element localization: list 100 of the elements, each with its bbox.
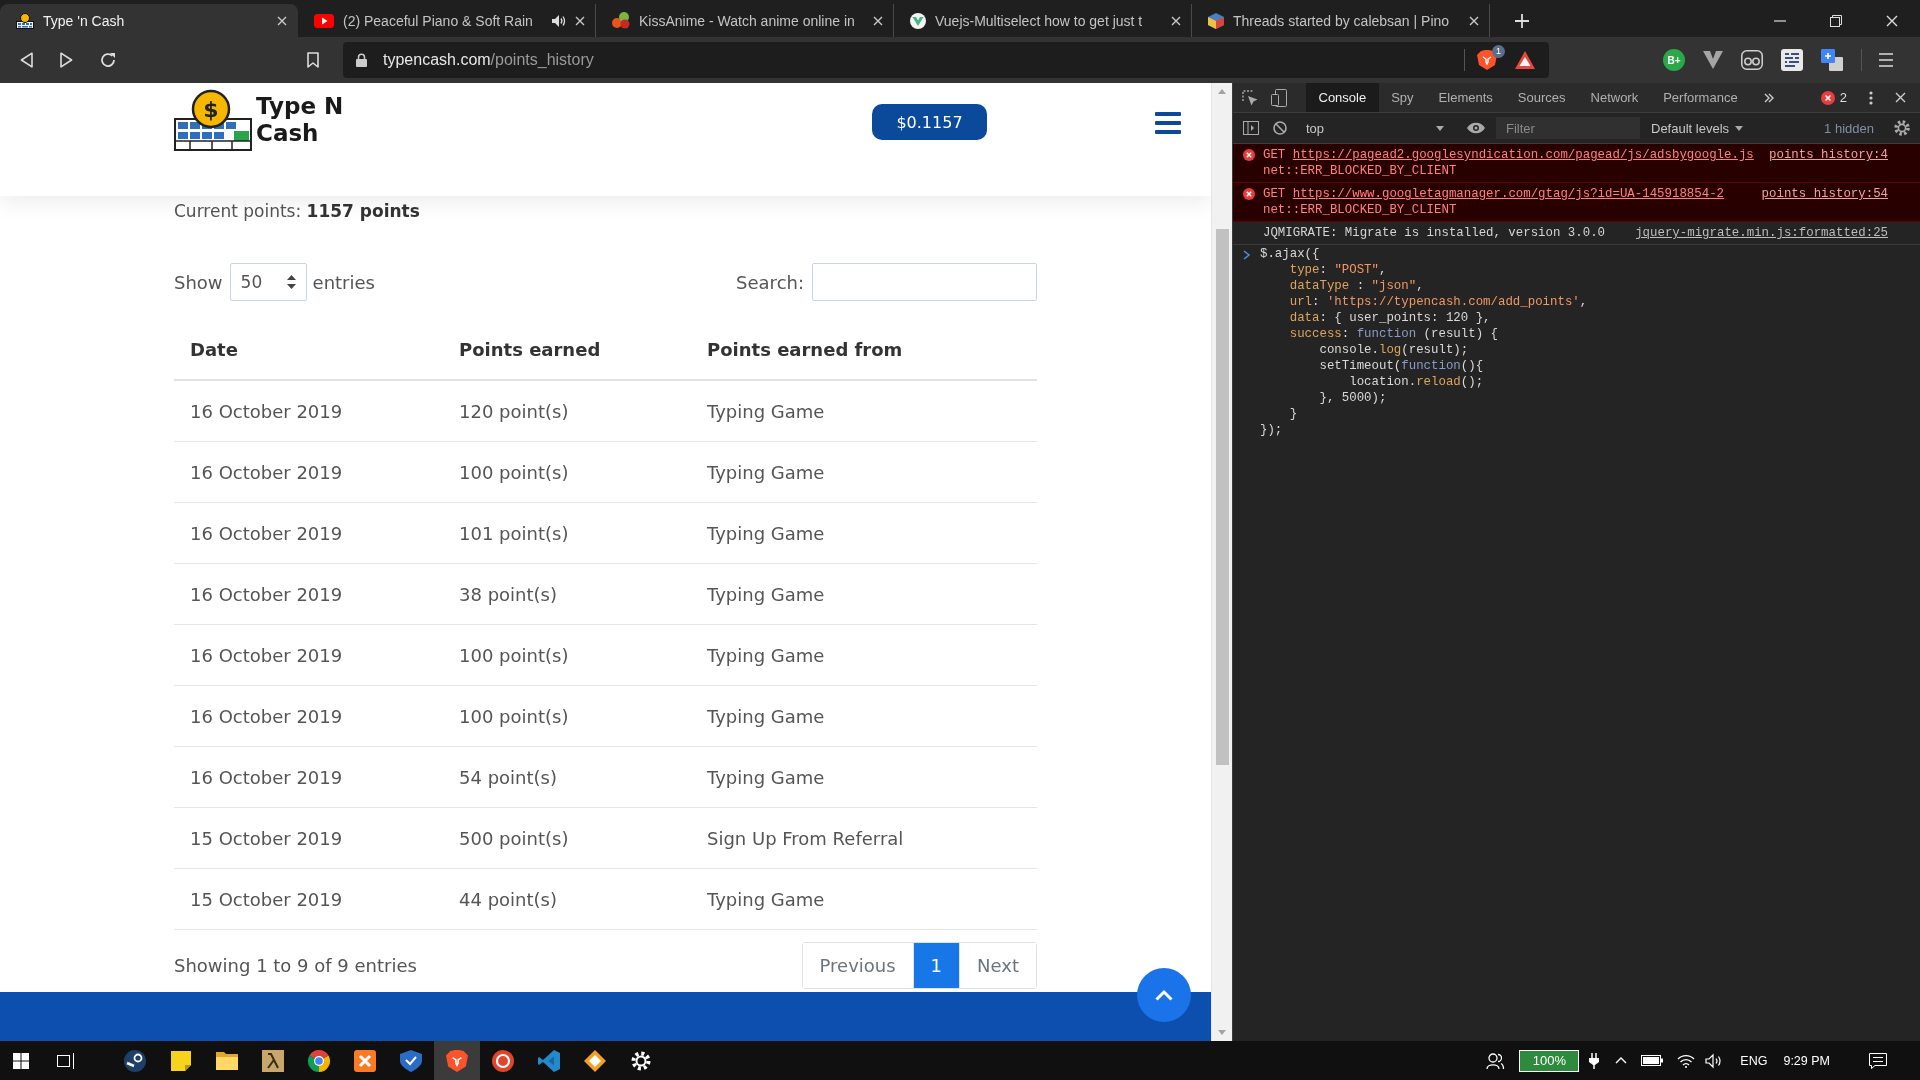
close-icon[interactable] [1469, 15, 1479, 26]
table-cell: 54 point(s) [443, 746, 691, 808]
code-line: dataType : "json", [1288, 278, 1425, 294]
battery-icon[interactable] [1641, 1055, 1664, 1066]
browser-tab[interactable]: Type 'n Cash [0, 4, 298, 37]
table-cell: 16 October 2019 [174, 685, 443, 747]
menu-icon[interactable] [1879, 53, 1893, 67]
balance-button[interactable]: $0.1157 [872, 104, 987, 140]
code-line: setTimeout(function(){ [1318, 358, 1485, 374]
plus-icon[interactable] [1515, 13, 1529, 28]
lambda-icon[interactable] [262, 1049, 284, 1072]
url-link[interactable]: https://www.googletagmanager.com/gtag/js?id=UA-145918854-2 [1292, 187, 1724, 201]
triangle-icon[interactable] [1515, 51, 1535, 69]
length-label: Show [174, 271, 223, 293]
source-link[interactable]: jquery-migrate.min.js:formatted:25 [1635, 225, 1888, 241]
devtools-tab[interactable]: Spy [1378, 83, 1427, 112]
scrollbar-thumb[interactable] [1215, 229, 1229, 765]
shield-icon[interactable] [400, 1049, 422, 1072]
circle-emblem-icon[interactable] [492, 1049, 514, 1072]
pagination-button[interactable]: 1 [912, 942, 960, 988]
error-detail: net::ERR_BLOCKED_BY_CLIENT [1263, 202, 1457, 218]
scroll-top-button[interactable] [1137, 968, 1191, 1022]
glasses-icon[interactable] [1741, 50, 1763, 70]
diamond-icon[interactable] [584, 1049, 606, 1072]
bookmark-icon[interactable] [307, 52, 319, 68]
column-header[interactable]: Points earned from [691, 320, 1037, 380]
close-icon[interactable] [277, 15, 287, 26]
eye-icon[interactable] [1467, 122, 1485, 134]
entries-select[interactable]: 50 [229, 263, 307, 301]
code-line: } [1288, 406, 1299, 422]
circle-lever-icon[interactable] [124, 1049, 146, 1072]
table-cell: 100 point(s) [443, 685, 691, 747]
context-select[interactable]: top [1298, 120, 1448, 136]
hidden-count: 1 hidden [1824, 120, 1874, 136]
close-icon[interactable] [1171, 15, 1181, 26]
devtools-tab[interactable]: Console [1306, 83, 1379, 112]
menu-icon[interactable] [1155, 112, 1181, 134]
pagination-button[interactable]: Next [959, 942, 1036, 988]
sticky-note-icon[interactable] [171, 1050, 191, 1071]
column-header[interactable]: Date [174, 320, 443, 380]
segmented-circle-icon[interactable] [308, 1049, 330, 1072]
start-icon[interactable] [13, 1052, 29, 1069]
language-indicator[interactable]: ENG [1740, 1053, 1768, 1068]
table-cell: 16 October 2019 [174, 502, 443, 564]
lion-icon[interactable] [446, 1049, 468, 1072]
clock[interactable]: 9:29 PM [1783, 1053, 1830, 1068]
chevron-up-icon[interactable] [1615, 1057, 1628, 1064]
levels-dropdown[interactable]: Default levels [1651, 120, 1744, 136]
task-view-icon[interactable] [57, 1052, 75, 1069]
binary-code-icon[interactable] [1781, 49, 1803, 71]
code-line: $.ajax({ [1260, 246, 1321, 262]
devtools-tab[interactable]: Elements [1426, 83, 1506, 112]
scrollbar[interactable] [1211, 83, 1232, 1041]
code-line: }); [1260, 422, 1284, 438]
square-emblem-icon[interactable] [354, 1049, 376, 1072]
close-icon[interactable] [575, 15, 585, 26]
source-link[interactable]: points_history:54 [1761, 186, 1888, 218]
forward-icon[interactable] [60, 52, 73, 68]
inspect-icon[interactable] [1242, 89, 1258, 106]
close-icon[interactable] [1895, 92, 1906, 103]
wifi-icon[interactable] [1677, 1053, 1696, 1068]
table-cell: 16 October 2019 [174, 563, 443, 625]
brand-name[interactable]: Type N Cash [256, 93, 344, 147]
table-cell: 120 point(s) [443, 380, 691, 442]
column-header[interactable]: Points earned [443, 320, 691, 380]
speaker-icon[interactable] [552, 14, 566, 27]
search-field[interactable] [812, 263, 1037, 301]
folder-icon[interactable] [216, 1051, 238, 1070]
devtools-tab[interactable]: Performance [1650, 83, 1751, 112]
source-link[interactable]: points_history:4 [1769, 147, 1888, 179]
double-chevron-icon[interactable] [1764, 92, 1775, 103]
error-count[interactable]: 2 [1839, 90, 1847, 105]
devtools-tab[interactable]: Sources [1505, 83, 1578, 112]
speaker-icon[interactable] [1706, 1053, 1723, 1068]
v-shape-icon[interactable] [1703, 51, 1723, 69]
devtools-tab[interactable]: Network [1578, 83, 1651, 112]
lion-icon[interactable] [1477, 50, 1497, 70]
url-link[interactable]: https://pagead2.googlesyndication.com/pagead/js/adsbygoogle.js [1292, 148, 1754, 162]
more-icon[interactable] [1869, 90, 1873, 105]
settings-icon[interactable] [1894, 120, 1910, 136]
translate-icon[interactable] [1821, 49, 1843, 71]
device-icon[interactable] [1271, 88, 1287, 107]
close-icon[interactable] [873, 15, 883, 26]
back-icon[interactable] [20, 52, 33, 68]
ribbon-icon[interactable] [538, 1049, 560, 1072]
minimize-icon[interactable] [1774, 19, 1786, 22]
battery-percentage[interactable]: 100% [1519, 1049, 1580, 1072]
error-icon [1820, 90, 1835, 105]
notification-icon[interactable] [1869, 1052, 1887, 1069]
clear-icon[interactable] [1273, 121, 1287, 135]
sidebar-icon[interactable] [1243, 121, 1259, 135]
plug-icon[interactable] [1589, 1052, 1600, 1069]
reload-icon[interactable] [100, 52, 116, 68]
address-bar[interactable]: typencash.com/points_history 1 [343, 42, 1549, 78]
restore-icon[interactable] [1830, 14, 1842, 27]
close-icon[interactable] [1886, 14, 1898, 27]
length-label: entries [312, 271, 375, 293]
filter-field[interactable]: Filter [1496, 117, 1640, 139]
people-icon[interactable] [1486, 1052, 1505, 1069]
prompt-chevron-icon [1243, 250, 1250, 260]
